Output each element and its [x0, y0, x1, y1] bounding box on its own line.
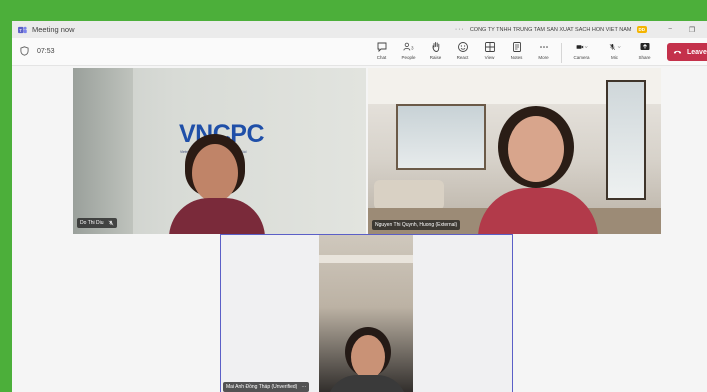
video-tile-nguyen-thi-quynh-huong[interactable]: Nguyen Thi Quynh, Huong (External) — [368, 68, 661, 234]
camera-icon — [576, 45, 588, 49]
participant-body — [327, 375, 407, 392]
participant-body — [169, 198, 265, 234]
participant-face — [192, 144, 238, 202]
portrait-video — [319, 235, 413, 392]
elapsed-time: 07:53 — [37, 47, 55, 55]
teams-logo-icon: T — [18, 26, 27, 33]
view-label: View — [484, 55, 495, 60]
participant-body — [478, 188, 598, 234]
participant-more-button[interactable]: ··· — [301, 384, 306, 390]
shield-icon — [20, 46, 29, 56]
title-bar: T Meeting now ··· CONG TY TNHH TRUNG TAM… — [12, 21, 707, 38]
raise-label: Raise — [429, 55, 442, 60]
more-label: More — [538, 55, 549, 60]
share-arrow-icon — [640, 43, 649, 50]
mic-button[interactable]: Mic — [600, 41, 629, 63]
react-label: React — [456, 55, 469, 60]
people-label: People — [401, 55, 416, 60]
hang-up-icon — [673, 50, 682, 54]
react-button[interactable]: React — [451, 41, 474, 63]
people-count: 3 — [411, 46, 414, 51]
window-title: Meeting now — [32, 25, 75, 34]
leave-button[interactable]: Leave — [667, 43, 707, 61]
restore-button[interactable]: ❐ — [681, 26, 703, 34]
people-button[interactable]: 3 People — [397, 41, 420, 63]
window-right — [606, 80, 646, 200]
mic-off-icon — [108, 220, 113, 226]
hand-icon — [432, 42, 439, 52]
mic-label: Mic — [611, 55, 618, 60]
participant-name: Nguyen Thi Quynh, Huong (External) — [375, 222, 458, 228]
share-label: Share — [638, 55, 651, 60]
minimize-button[interactable]: − — [659, 26, 681, 33]
notes-icon — [512, 42, 521, 52]
participant-name-tag: Mai Anh Đồng Tháp (Unverified) ··· — [223, 382, 310, 392]
leave-label: Leave — [687, 48, 707, 56]
participant-name: Do Thi Diu — [80, 220, 104, 226]
ceiling-beam — [319, 255, 413, 263]
video-stage: VNCPC Vietnam Cleaner Production Centre … — [12, 66, 707, 392]
chat-icon — [377, 42, 386, 53]
participant-name-tag: Do Thi Diu — [77, 218, 117, 228]
smiley-icon — [457, 42, 468, 52]
notes-button[interactable]: Notes — [505, 41, 528, 63]
more-button[interactable]: More — [532, 41, 555, 63]
view-button[interactable]: View — [478, 41, 501, 63]
meeting-timer: 07:53 — [20, 46, 55, 56]
participant-name: Mai Anh Đồng Tháp (Unverified) — [226, 384, 298, 390]
ellipsis-icon — [539, 46, 548, 48]
video-tile-do-thi-diu[interactable]: VNCPC Vietnam Cleaner Production Centre … — [73, 68, 366, 234]
mic-off-icon — [609, 44, 621, 50]
chat-button[interactable]: Chat — [370, 41, 393, 63]
grid-icon — [484, 42, 495, 52]
org-badge[interactable]: DD — [636, 26, 647, 33]
camera-label: Camera — [573, 55, 590, 60]
camera-button[interactable]: Camera — [567, 41, 596, 63]
share-button[interactable]: Share — [633, 41, 656, 63]
raise-hand-button[interactable]: Raise — [424, 41, 447, 63]
toolbar-divider — [561, 43, 562, 63]
participant-face — [351, 335, 385, 379]
svg-text:T: T — [19, 27, 22, 32]
window-left — [396, 104, 486, 170]
people-icon: 3 — [402, 42, 414, 51]
meeting-toolbar: 07:53 Chat 3 People Raise React View Not… — [12, 38, 707, 66]
wall-panel — [73, 68, 133, 234]
participant-name-tag: Nguyen Thi Quynh, Huong (External) — [372, 220, 461, 230]
notes-label: Notes — [510, 55, 523, 60]
title-more-button[interactable]: ··· — [455, 26, 465, 33]
sofa — [374, 180, 444, 210]
video-tile-mai-anh-dong-thap[interactable]: Mai Anh Đồng Tháp (Unverified) ··· — [220, 234, 513, 392]
teams-meeting-window: T Meeting now ··· CONG TY TNHH TRUNG TAM… — [12, 21, 707, 392]
chat-label: Chat — [376, 55, 387, 60]
org-name: CONG TY TNHH TRUNG TAM SAN XUAT SACH HON… — [469, 26, 632, 33]
toolbar-actions: Chat 3 People Raise React View Notes Mor… — [370, 41, 660, 63]
participant-face — [508, 116, 564, 182]
